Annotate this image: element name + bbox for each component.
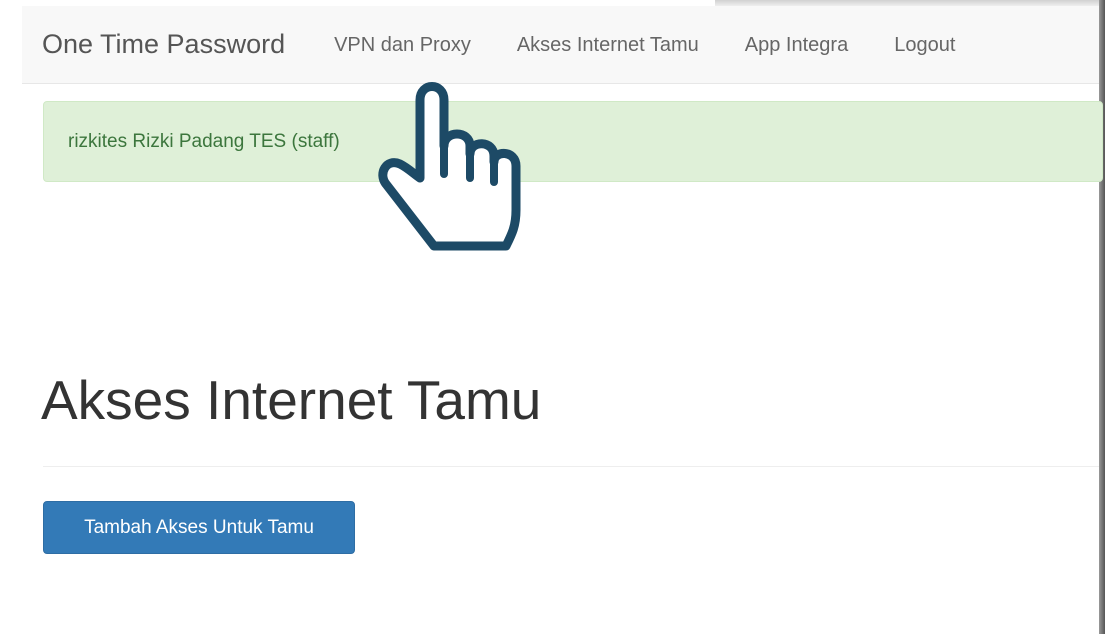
browser-viewport: One Time Password VPN dan Proxy Akses In… [0, 0, 1105, 634]
nav-link-logout[interactable]: Logout [871, 6, 978, 84]
page-header-divider [43, 466, 1099, 467]
nav-link-vpn-proxy[interactable]: VPN dan Proxy [311, 6, 494, 84]
user-info-text: rizkites Rizki Padang TES (staff) [68, 130, 340, 152]
window-border [1099, 0, 1105, 634]
nav-links: VPN dan Proxy Akses Internet Tamu App In… [311, 6, 978, 84]
page-title: Akses Internet Tamu [41, 369, 542, 431]
nav-link-akses-internet-tamu[interactable]: Akses Internet Tamu [494, 6, 722, 84]
user-info-alert: rizkites Rizki Padang TES (staff) [43, 101, 1103, 182]
nav-link-app-integra[interactable]: App Integra [722, 6, 871, 84]
navbar-brand[interactable]: One Time Password [42, 29, 285, 60]
add-guest-access-button[interactable]: Tambah Akses Untuk Tamu [43, 501, 355, 554]
top-navbar: One Time Password VPN dan Proxy Akses In… [22, 6, 1099, 84]
